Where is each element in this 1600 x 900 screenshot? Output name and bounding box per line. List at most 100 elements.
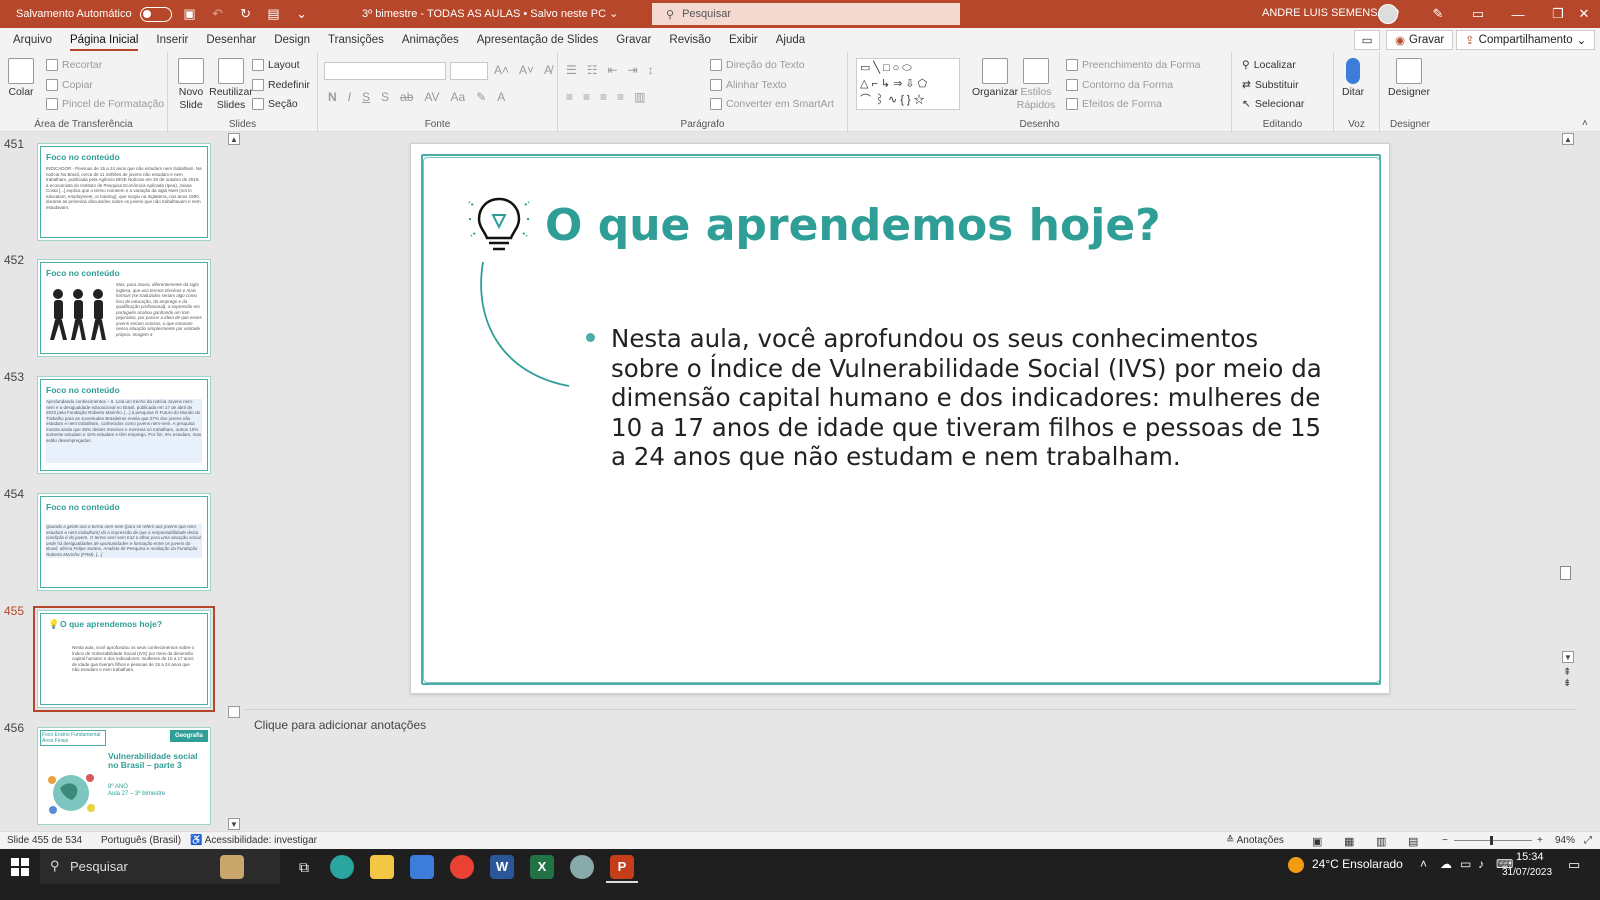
- thumbnail-scrollbar[interactable]: ▲ ▼: [228, 133, 240, 830]
- decrease-indent-icon[interactable]: ⇤: [608, 63, 618, 77]
- volume-icon[interactable]: ♪: [1478, 857, 1484, 871]
- word-icon[interactable]: W: [490, 855, 514, 879]
- paste-button[interactable]: Colar: [8, 58, 34, 99]
- tab-desenhar[interactable]: Desenhar: [197, 28, 265, 52]
- slide-thumbnail-453[interactable]: Foco no conteúdo Aprofundando conhecimen…: [37, 376, 211, 474]
- autosave-toggle[interactable]: [139, 6, 172, 22]
- document-title[interactable]: 3º bimestre - TODAS AS AULAS • Salvo nes…: [362, 7, 618, 20]
- align-text-button[interactable]: Alinhar Texto: [710, 79, 787, 91]
- justify-icon[interactable]: ≡: [617, 90, 624, 104]
- network-icon[interactable]: ▭: [1460, 857, 1471, 871]
- close-icon[interactable]: ✕: [1568, 0, 1600, 28]
- excel-icon[interactable]: X: [530, 855, 554, 879]
- minimize-icon[interactable]: —: [1498, 0, 1538, 28]
- layout-button[interactable]: Layout: [252, 59, 300, 71]
- new-slide-button[interactable]: Novo Slide: [174, 58, 208, 112]
- italic-icon[interactable]: I: [348, 90, 351, 104]
- strikethrough-icon[interactable]: ab: [400, 90, 413, 104]
- slide-sorter-icon[interactable]: ▦: [1344, 835, 1354, 848]
- weather-label[interactable]: 24°C Ensolarado: [1312, 857, 1403, 871]
- share-button[interactable]: ⇪ Compartilhamento ⌄: [1456, 30, 1596, 50]
- clock-date[interactable]: 31/07/2023: [1502, 867, 1552, 878]
- editor-scrollbar[interactable]: ▲ ▼ ⇞ ⇟: [1560, 133, 1576, 709]
- reading-view-icon[interactable]: ▥: [1376, 835, 1386, 848]
- bold-icon[interactable]: N: [328, 90, 337, 104]
- slide-thumbnail-452[interactable]: Foco no conteúdo Mas, para Joana, difere…: [37, 259, 211, 357]
- increase-indent-icon[interactable]: ⇥: [628, 63, 638, 77]
- case-icon[interactable]: Aa: [451, 90, 466, 104]
- columns-icon[interactable]: ▥: [634, 90, 645, 104]
- font-name-combo[interactable]: [324, 62, 446, 80]
- text-direction-button[interactable]: Direção do Texto: [710, 59, 805, 71]
- slideshow-view-icon[interactable]: ▤: [1408, 835, 1418, 848]
- align-right-icon[interactable]: ≡: [600, 90, 607, 104]
- editor-scroll-thumb[interactable]: [1560, 566, 1571, 580]
- scroll-up-icon[interactable]: ▲: [1562, 133, 1574, 145]
- edge-icon[interactable]: [330, 855, 354, 879]
- shrink-font-icon[interactable]: A˅: [519, 63, 534, 77]
- task-view-icon[interactable]: ⧉: [292, 855, 316, 879]
- zoom-in-icon[interactable]: +: [1537, 835, 1543, 846]
- customize-qat-icon[interactable]: ⌄: [292, 4, 312, 24]
- font-size-combo[interactable]: [450, 62, 488, 80]
- replace-button[interactable]: ⇄ Substituir: [1242, 79, 1299, 91]
- tab-arquivo[interactable]: Arquivo: [4, 28, 61, 52]
- notifications-icon[interactable]: ▭: [1568, 857, 1580, 873]
- avatar[interactable]: [1378, 4, 1398, 24]
- align-left-icon[interactable]: ≡: [566, 90, 573, 104]
- format-painter-button[interactable]: Pincel de Formatação: [46, 98, 164, 110]
- tab-animacoes[interactable]: Animações: [393, 28, 468, 52]
- powerpoint-icon[interactable]: P: [610, 855, 634, 879]
- normal-view-icon[interactable]: ▣: [1312, 835, 1322, 848]
- search-highlight-icon[interactable]: [220, 855, 244, 879]
- record-button[interactable]: ◉ Gravar: [1386, 30, 1454, 50]
- slide-thumbnail-451[interactable]: Foco no conteúdo INDICADOR - Pessoas de …: [37, 143, 211, 241]
- underline-icon[interactable]: S: [362, 90, 370, 104]
- file-explorer-icon[interactable]: [370, 855, 394, 879]
- tab-apresentacao[interactable]: Apresentação de Slides: [468, 28, 607, 52]
- line-spacing-icon[interactable]: ↕: [648, 63, 654, 77]
- cut-button[interactable]: Recortar: [46, 59, 102, 71]
- spacing-icon[interactable]: AV: [424, 90, 439, 104]
- windows-start-icon[interactable]: [10, 857, 30, 877]
- save-icon[interactable]: ▣: [180, 4, 200, 24]
- tab-gravar[interactable]: Gravar: [607, 28, 660, 52]
- designer-button[interactable]: Designer: [1388, 58, 1430, 99]
- select-button[interactable]: ↖ Selecionar: [1242, 98, 1304, 110]
- taskbar-search[interactable]: ⚲ Pesquisar: [40, 849, 280, 884]
- tab-design[interactable]: Design: [265, 28, 319, 52]
- slide-thumbnail-455[interactable]: 💡 O que aprendemos hoje? Nesta aula, voc…: [33, 606, 215, 712]
- grow-font-icon[interactable]: A˄: [494, 63, 509, 77]
- slide-canvas[interactable]: O que aprendemos hoje? Nesta aula, você …: [410, 143, 1390, 694]
- bullets-icon[interactable]: ☰: [566, 63, 577, 77]
- slide-title[interactable]: O que aprendemos hoje?: [545, 200, 1161, 251]
- tab-ajuda[interactable]: Ajuda: [767, 28, 814, 52]
- scroll-down-icon[interactable]: ▼: [1562, 651, 1574, 663]
- arrange-button[interactable]: Organizar: [972, 58, 1018, 99]
- language-status[interactable]: Português (Brasil): [101, 835, 181, 846]
- dictate-button[interactable]: Ditar: [1342, 58, 1364, 99]
- tab-revisao[interactable]: Revisão: [660, 28, 720, 52]
- scroll-thumb[interactable]: [228, 706, 240, 718]
- font-color-icon[interactable]: A: [497, 90, 505, 104]
- tab-pagina-inicial[interactable]: Página Inicial: [61, 28, 147, 52]
- chrome-icon[interactable]: [450, 855, 474, 879]
- clock-time[interactable]: 15:34: [1516, 851, 1544, 863]
- shape-outline-button[interactable]: Contorno da Forma: [1066, 79, 1173, 91]
- zoom-slider-thumb[interactable]: [1490, 836, 1493, 845]
- scroll-up-icon[interactable]: ▲: [228, 133, 240, 145]
- reset-button[interactable]: Redefinir: [252, 79, 310, 91]
- accessibility-status[interactable]: ♿ Acessibilidade: investigar: [190, 835, 317, 846]
- highlight-icon[interactable]: ✎: [476, 90, 486, 104]
- shape-effects-button[interactable]: Efeitos de Forma: [1066, 98, 1162, 110]
- present-icon[interactable]: ▤: [264, 4, 284, 24]
- zoom-out-icon[interactable]: −: [1442, 835, 1448, 846]
- undo-icon[interactable]: ↶: [208, 4, 228, 24]
- slide-body-text[interactable]: Nesta aula, você aprofundou os seus conh…: [611, 324, 1331, 472]
- tab-exibir[interactable]: Exibir: [720, 28, 767, 52]
- slide-thumbnail-454[interactable]: Foco no conteúdo Quando a gente usa o te…: [37, 493, 211, 591]
- smartart-button[interactable]: Converter em SmartArt: [710, 98, 834, 110]
- notes-pane[interactable]: Clique para adicionar anotações: [244, 709, 1576, 831]
- fit-slide-icon[interactable]: ⤢: [1584, 835, 1592, 846]
- redo-icon[interactable]: ↻: [236, 4, 256, 24]
